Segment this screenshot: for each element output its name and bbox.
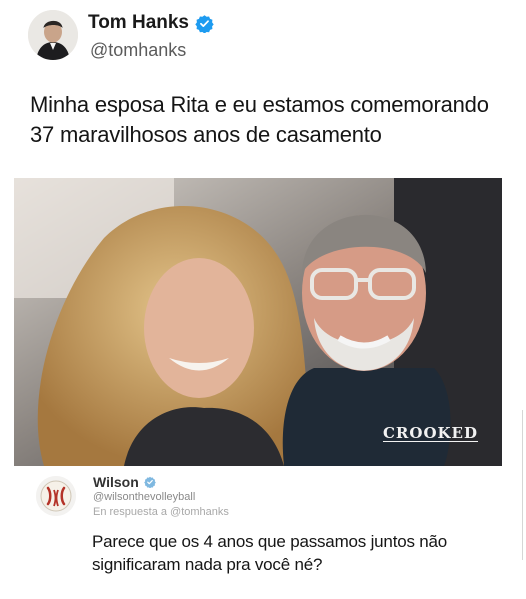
reply-author-name-text[interactable]: Wilson: [93, 474, 139, 490]
author-name[interactable]: Tom Hanks: [88, 12, 214, 34]
photo-watermark: CROOKED: [382, 424, 478, 442]
author-handle[interactable]: @tomhanks: [90, 40, 186, 61]
reply-text: Parece que os 4 anos que passamos juntos…: [92, 530, 512, 576]
tweet-text-line: Minha esposa Rita e eu estamos comemoran…: [30, 92, 489, 117]
verified-badge-icon: [195, 14, 214, 34]
tweet-text-line: 37 maravilhosos anos de casamento: [30, 122, 382, 147]
author-name-text[interactable]: Tom Hanks: [88, 12, 189, 34]
tweet-text: Minha esposa Rita e eu estamos comemoran…: [30, 90, 510, 150]
reply-text-line: Parece que os 4 anos que passamos juntos…: [92, 532, 448, 551]
reply-avatar[interactable]: [36, 476, 76, 516]
reply-author-name[interactable]: Wilson: [93, 474, 156, 490]
reply-author-handle[interactable]: @wilsonthevolleyball: [93, 491, 195, 503]
verified-badge-icon: [143, 476, 156, 489]
screenshot: Tom Hanks @tomhanks Minha esposa Rita e …: [0, 0, 526, 599]
edge-divider: [522, 410, 523, 560]
author-avatar[interactable]: [28, 10, 78, 60]
reply-context[interactable]: En respuesta a @tomhanks: [93, 506, 229, 518]
tweet-photo[interactable]: CROOKED: [14, 178, 502, 466]
reply-text-line: significaram nada pra você né?: [92, 555, 323, 574]
